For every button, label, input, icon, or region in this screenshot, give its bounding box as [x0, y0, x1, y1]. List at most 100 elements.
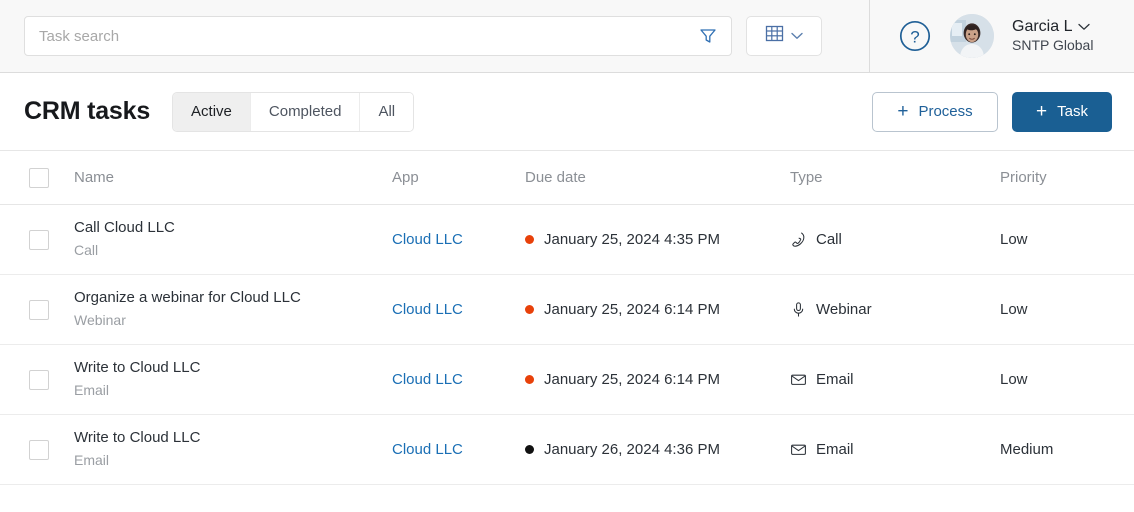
due-date-text: January 26, 2024 4:36 PM: [544, 441, 720, 458]
type-label: Email: [816, 441, 854, 458]
page-header: CRM tasks Active Completed All + Process…: [0, 73, 1134, 151]
table-grid-icon: [765, 24, 784, 48]
add-process-button[interactable]: + Process: [872, 91, 998, 132]
row-select-cell: [0, 299, 74, 320]
user-info: Garcia L SNTP Global: [1012, 17, 1093, 55]
row-checkbox[interactable]: [29, 369, 49, 390]
add-task-label: Task: [1057, 103, 1088, 120]
row-checkbox[interactable]: [29, 299, 49, 320]
task-name-cell: Write to Cloud LLC Email: [74, 428, 392, 471]
task-priority: Low: [1000, 231, 1028, 248]
chevron-down-icon: [791, 27, 803, 45]
due-status-dot: [525, 445, 534, 454]
table-row[interactable]: Write to Cloud LLC Email Cloud LLC Janua…: [0, 345, 1134, 415]
tasks-table: Name App Due date Type Priority Call Clo…: [0, 151, 1134, 485]
type-label: Webinar: [816, 301, 872, 318]
svg-text:?: ?: [910, 28, 919, 47]
task-type-cell: Webinar: [790, 301, 1000, 318]
app-link[interactable]: Cloud LLC: [392, 441, 463, 458]
column-header-app[interactable]: App: [392, 169, 525, 186]
task-app-cell: Cloud LLC: [392, 441, 525, 459]
microphone-icon: [790, 301, 807, 318]
task-subtitle: Call: [74, 242, 99, 259]
tab-active[interactable]: Active: [173, 92, 251, 131]
task-subtitle: Email: [74, 452, 110, 469]
column-header-name[interactable]: Name: [74, 169, 392, 186]
task-title[interactable]: Call Cloud LLC: [74, 218, 392, 238]
task-app-cell: Cloud LLC: [392, 371, 525, 389]
row-select-cell: [0, 439, 74, 460]
top-toolbar: ?: [0, 0, 1134, 73]
column-header-due-date[interactable]: Due date: [525, 169, 790, 186]
row-checkbox[interactable]: [29, 229, 49, 250]
table-header-row: Name App Due date Type Priority: [0, 151, 1134, 205]
tab-active-label: Active: [191, 103, 232, 120]
table-row[interactable]: Call Cloud LLC Call Cloud LLC January 25…: [0, 205, 1134, 275]
task-type-cell: Call: [790, 231, 1000, 248]
due-status-dot: [525, 305, 534, 314]
chevron-down-icon: [1078, 17, 1091, 37]
task-subtitle: Email: [74, 382, 110, 399]
task-due-date-cell: January 25, 2024 6:14 PM: [525, 371, 790, 388]
funnel-icon[interactable]: [695, 23, 721, 49]
task-name-cell: Call Cloud LLC Call: [74, 218, 392, 261]
table-row[interactable]: Organize a webinar for Cloud LLC Webinar…: [0, 275, 1134, 345]
page-title: CRM tasks: [24, 97, 151, 125]
due-date-text: January 25, 2024 6:14 PM: [544, 371, 720, 388]
task-type-cell: Email: [790, 441, 1000, 458]
task-due-date-cell: January 26, 2024 4:36 PM: [525, 441, 790, 458]
task-title[interactable]: Write to Cloud LLC: [74, 428, 392, 448]
plus-icon: +: [897, 101, 909, 122]
task-app-cell: Cloud LLC: [392, 231, 525, 249]
envelope-icon: [790, 371, 807, 388]
row-select-cell: [0, 229, 74, 250]
task-title[interactable]: Organize a webinar for Cloud LLC: [74, 288, 392, 308]
tab-all[interactable]: All: [360, 92, 414, 131]
select-all-checkbox[interactable]: [29, 167, 49, 188]
task-name-cell: Write to Cloud LLC Email: [74, 358, 392, 401]
question-circle-icon[interactable]: ?: [898, 19, 932, 53]
tab-all-label: All: [378, 103, 396, 120]
type-label: Email: [816, 371, 854, 388]
task-app-cell: Cloud LLC: [392, 301, 525, 319]
envelope-icon: [790, 441, 807, 458]
task-name-cell: Organize a webinar for Cloud LLC Webinar: [74, 288, 392, 331]
search-input[interactable]: [25, 17, 731, 55]
task-priority: Low: [1000, 301, 1028, 318]
add-task-button[interactable]: + Task: [1012, 91, 1112, 132]
type-label: Call: [816, 231, 842, 248]
view-mode-button[interactable]: [746, 16, 822, 56]
row-checkbox[interactable]: [29, 439, 49, 460]
user-menu-trigger[interactable]: Garcia L: [1012, 17, 1093, 37]
due-status-dot: [525, 235, 534, 244]
tab-completed-label: Completed: [268, 103, 342, 120]
task-due-date-cell: January 25, 2024 4:35 PM: [525, 231, 790, 248]
task-due-date-cell: January 25, 2024 6:14 PM: [525, 301, 790, 318]
app-link[interactable]: Cloud LLC: [392, 231, 463, 248]
add-process-label: Process: [918, 103, 973, 120]
app-link[interactable]: Cloud LLC: [392, 301, 463, 318]
avatar[interactable]: [950, 14, 994, 58]
plus-icon: +: [1036, 101, 1048, 122]
organization-name: SNTP Global: [1012, 37, 1094, 54]
toolbar-left-group: [0, 0, 870, 72]
select-all-cell: [0, 167, 74, 188]
task-type-cell: Email: [790, 371, 1000, 388]
due-date-text: January 25, 2024 6:14 PM: [544, 301, 720, 318]
task-priority: Medium: [1000, 441, 1054, 458]
tab-completed[interactable]: Completed: [250, 92, 361, 131]
account-group: ? Garcia L SNTP Global: [870, 0, 1134, 72]
search-field-wrapper: [24, 16, 732, 56]
due-status-dot: [525, 375, 534, 384]
user-name: Garcia L: [1012, 18, 1073, 36]
column-header-type[interactable]: Type: [790, 169, 1000, 186]
due-date-text: January 25, 2024 4:35 PM: [544, 231, 720, 248]
task-priority: Low: [1000, 371, 1028, 388]
task-title[interactable]: Write to Cloud LLC: [74, 358, 392, 378]
column-header-priority[interactable]: Priority: [1000, 169, 1134, 186]
row-select-cell: [0, 369, 74, 390]
task-subtitle: Webinar: [74, 312, 126, 329]
app-link[interactable]: Cloud LLC: [392, 371, 463, 388]
phone-icon: [790, 231, 807, 248]
table-row[interactable]: Write to Cloud LLC Email Cloud LLC Janua…: [0, 415, 1134, 485]
